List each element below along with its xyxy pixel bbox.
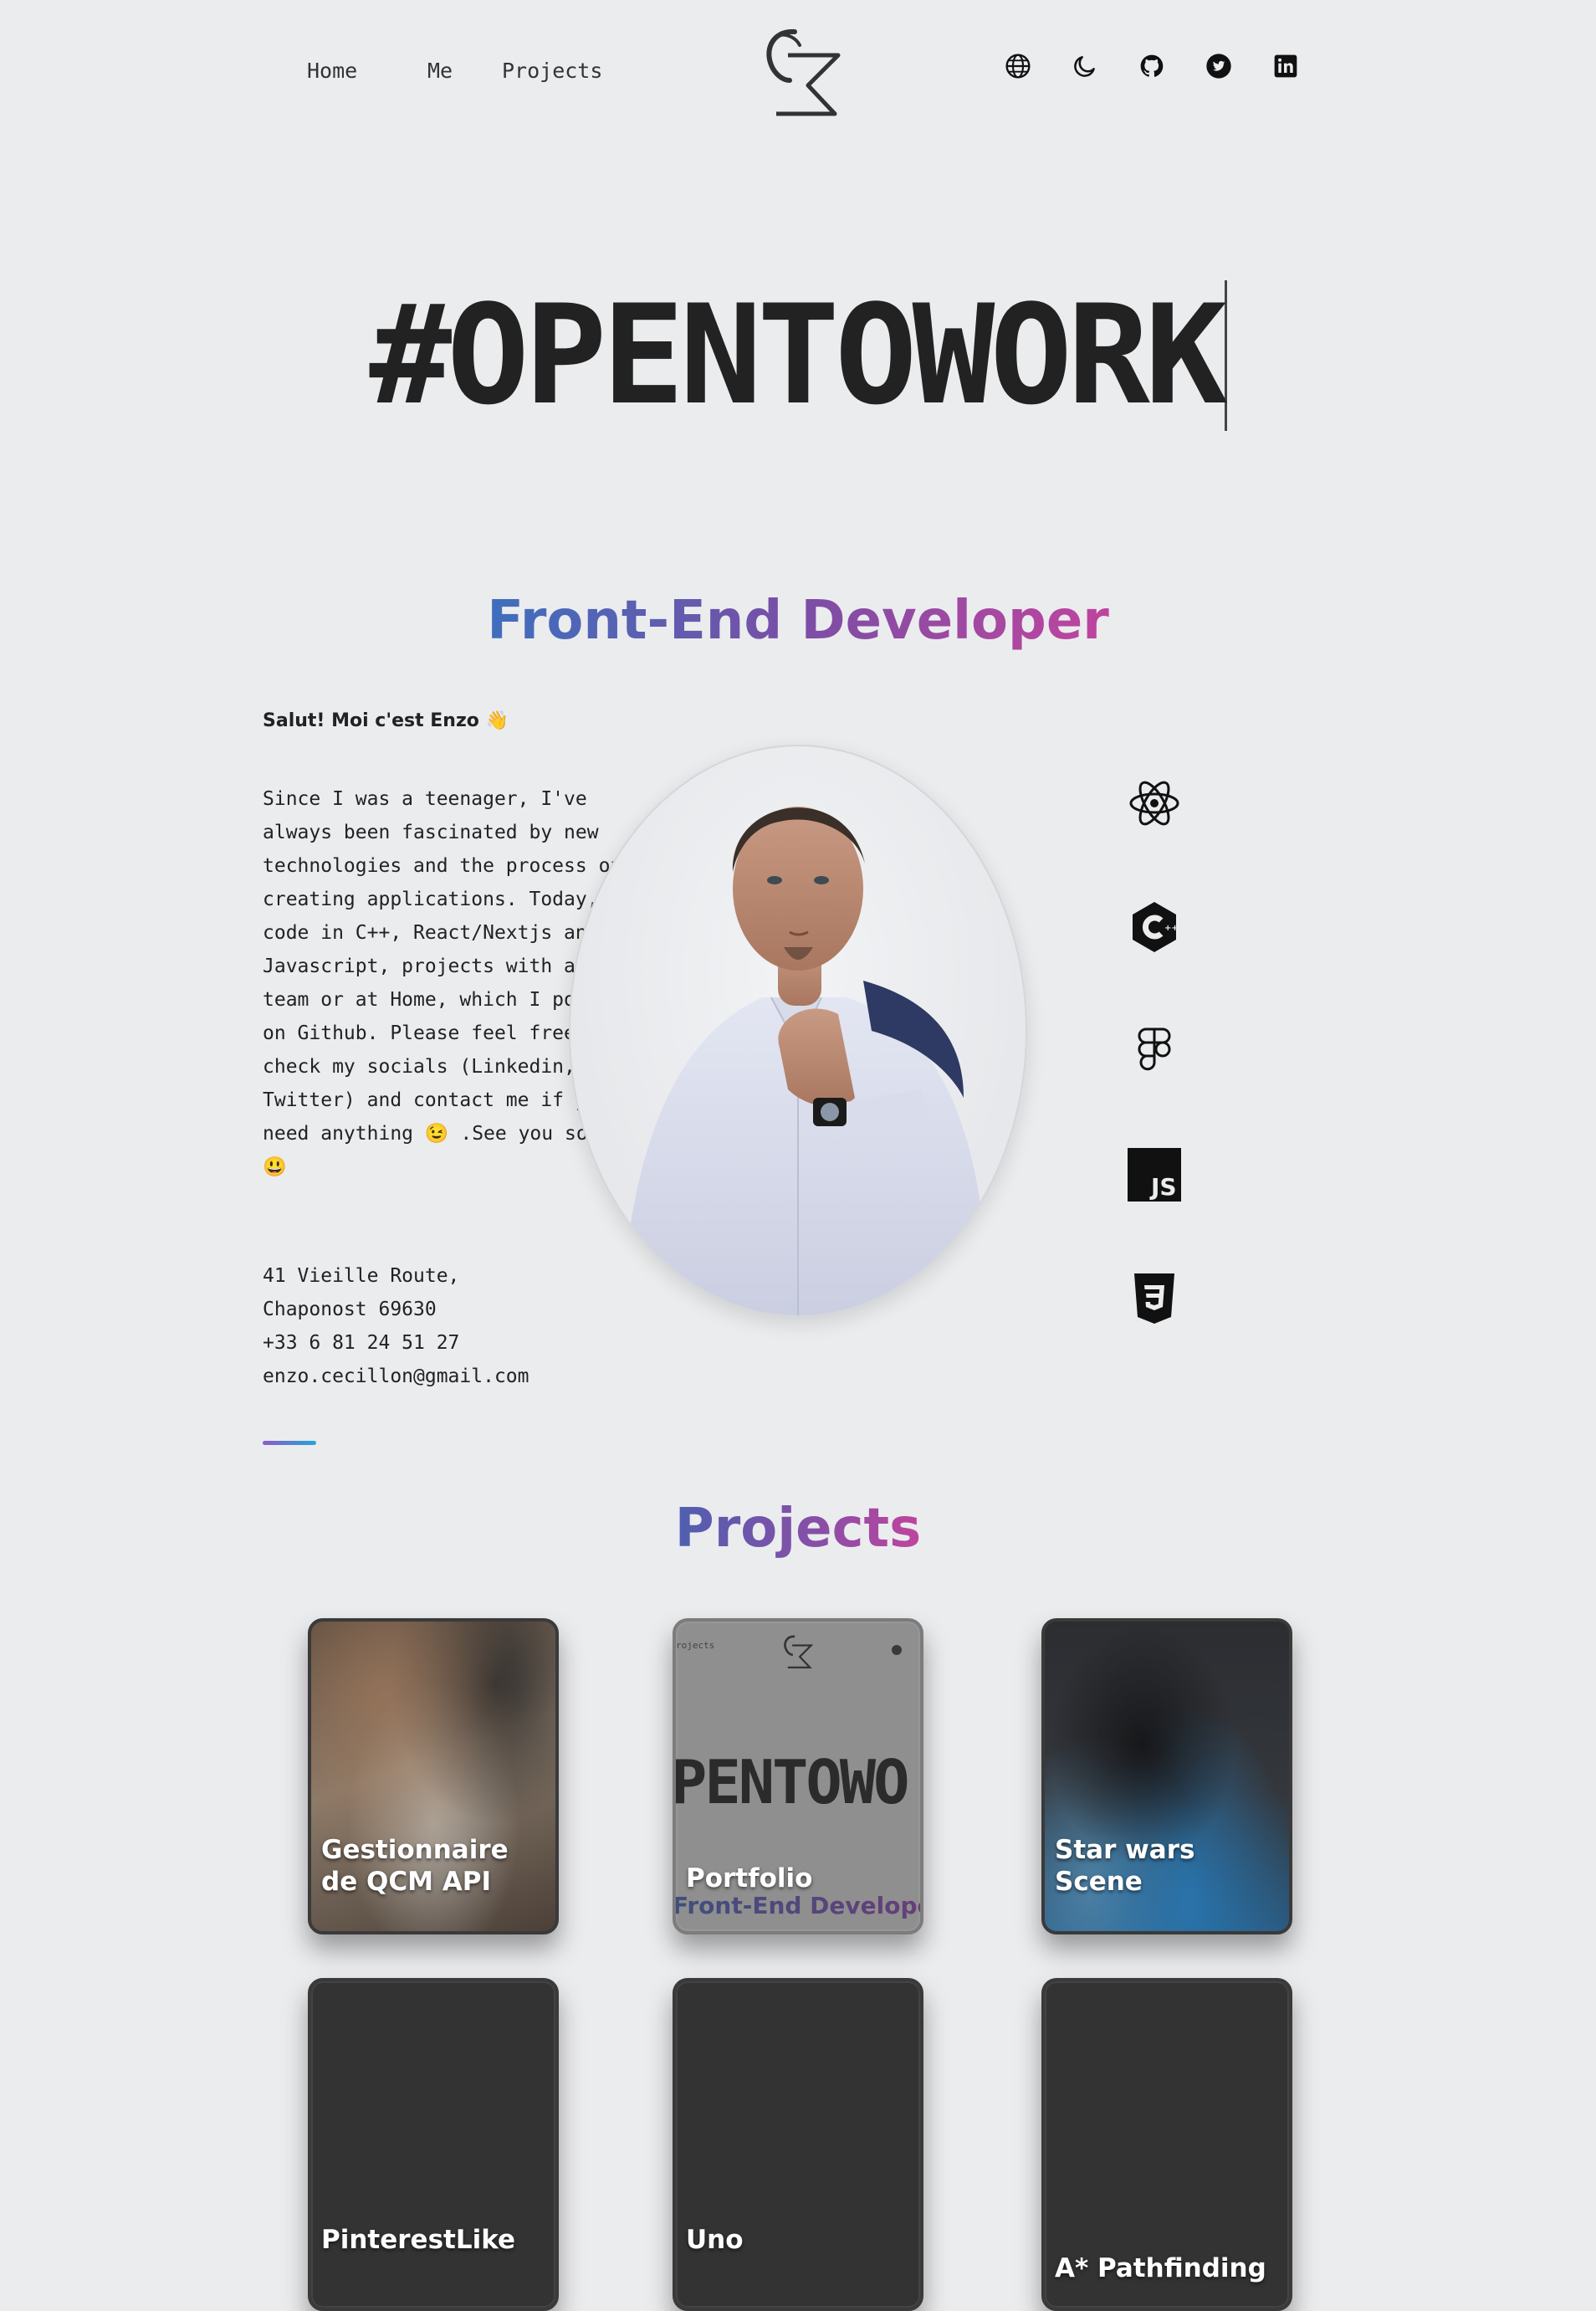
role-title: Front-End Developer [487,590,1109,652]
project-card-starwars[interactable]: Star wars Scene [1041,1618,1292,1934]
github-icon[interactable] [1138,52,1166,80]
linkedin-icon[interactable] [1271,52,1300,80]
section-divider [263,1441,316,1445]
svg-text:++: ++ [1164,924,1179,933]
projects-heading: Projects [674,1498,922,1560]
email-address[interactable]: enzo.cecillon@gmail.com [263,1360,529,1393]
hero-banner: #OPENTOWORK [0,280,1596,431]
address-line-1: 41 Vieille Route, [263,1265,460,1287]
project-title: Portfolio [686,1863,813,1893]
figma-icon [1128,1024,1181,1078]
nav-me-link[interactable]: Me [427,59,453,83]
portfolio-preview-dot [892,1645,902,1655]
project-card-pathfinding[interactable]: A* Pathfinding [1041,1978,1292,2311]
project-title: A* Pathfinding [1055,2253,1266,2283]
hero-heading: #OPENTOWORK [369,280,1228,431]
portfolio-preview-logo [784,1635,813,1668]
portfolio-preview-nav: rojects [676,1640,715,1651]
nav-home-link[interactable]: Home [307,59,357,83]
project-card-portfolio[interactable]: rojects PENTOWO Portfolio Front-End Deve… [673,1618,923,1934]
profile-photo [569,745,1027,1317]
moon-icon[interactable] [1071,52,1099,80]
svg-text:JS: JS [1149,1173,1177,1201]
project-title: PinterestLike [321,2225,516,2255]
nav-projects-link[interactable]: Projects [502,59,602,83]
portfolio-preview-role: Front-End Developer [676,1892,920,1919]
project-card-uno[interactable]: Uno [673,1978,923,2311]
contact-block: 41 Vieille Route, Chaponost 69630 +33 6 … [263,1259,529,1393]
react-icon [1128,776,1181,830]
globe-icon[interactable] [1004,52,1032,80]
site-logo[interactable] [755,25,843,119]
cplusplus-icon: ++ [1128,900,1181,954]
project-card-qcm[interactable]: Gestionnaire de QCM API [308,1618,559,1934]
phone-number[interactable]: +33 6 81 24 51 27 [263,1326,529,1360]
project-card-pinterest[interactable]: PinterestLike [308,1978,559,2311]
address-line-2: Chaponost 69630 [263,1299,437,1320]
project-title: Gestionnaire de QCM API [321,1835,509,1897]
javascript-icon: JS [1128,1148,1181,1202]
project-title: Uno [686,2225,744,2255]
project-title: Star wars Scene [1055,1835,1195,1897]
greeting-text: Salut! Moi c'est Enzo 👋 [263,710,509,731]
portfolio-preview-hero: PENTOWO [673,1747,909,1817]
css3-icon [1128,1272,1181,1325]
twitter-icon[interactable] [1205,52,1233,80]
